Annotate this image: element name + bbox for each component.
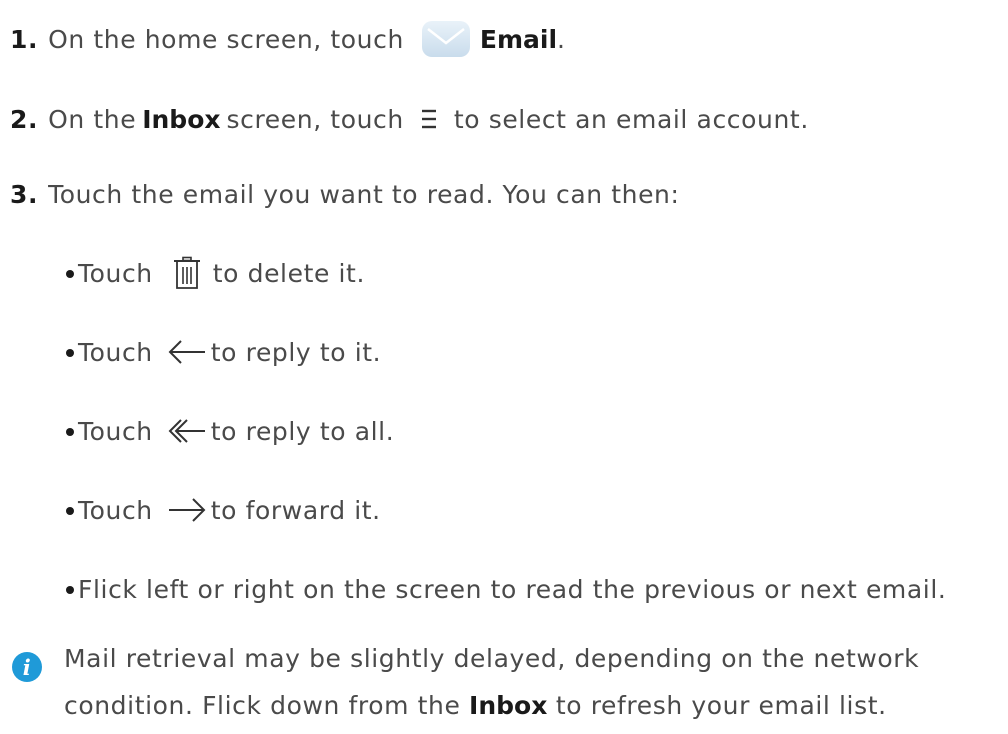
bullet-lead: Touch (78, 416, 153, 446)
step-text: Touch the email you want to read. You ca… (48, 179, 680, 209)
note-text: to refresh your email list. (555, 691, 887, 720)
bullet-lead: Touch (78, 495, 153, 525)
trash-icon (173, 256, 201, 290)
bullet-rest: to forward it. (210, 495, 381, 525)
step-3: 3. Touch the email you want to read. You… (10, 174, 680, 214)
bullet-dot (66, 270, 74, 278)
bullet-reply: Touch to reply to it. (66, 332, 381, 372)
step-number: 2. (10, 104, 39, 134)
bullet-flick: Flick left or right on the screen to rea… (66, 569, 946, 609)
step-text-end: . (557, 24, 566, 54)
reply-arrow-icon (167, 339, 207, 365)
bullet-rest: to delete it. (212, 258, 366, 288)
reply-all-arrow-icon (167, 418, 207, 444)
bullet-lead: Touch (78, 258, 153, 288)
email-app-icon (420, 19, 472, 59)
bullet-delete: Touch to delete it. (66, 253, 365, 293)
inbox-label: Inbox (469, 691, 548, 720)
bullet-dot (66, 586, 74, 594)
bullet-dot (66, 507, 74, 515)
step-text: On the (48, 104, 137, 134)
step-number: 3. (10, 179, 39, 209)
bullet-reply-all: Touch to reply to all. (66, 411, 394, 451)
step-text-end: to select an email account. (453, 104, 809, 134)
email-app-label: Email (479, 24, 558, 54)
forward-arrow-icon (167, 497, 207, 523)
step-number: 1. (10, 24, 39, 54)
bullet-rest: to reply to all. (210, 416, 395, 446)
step-1: 1. On the home screen, touch Email . (10, 19, 566, 59)
bullet-rest: to reply to it. (210, 337, 382, 367)
info-icon: i (12, 652, 42, 682)
inbox-label: Inbox (142, 104, 221, 134)
bullet-dot (66, 428, 74, 436)
bullet-dot (66, 349, 74, 357)
note-line-2: condition. Flick down from the Inbox to … (64, 678, 887, 734)
note-text: condition. Flick down from the (64, 691, 461, 720)
step-2: 2. On the Inbox screen, touch to select … (10, 99, 809, 139)
note-text: Mail retrieval may be slightly delayed, … (64, 644, 920, 673)
menu-icon (420, 108, 438, 130)
bullet-forward: Touch to forward it. (66, 490, 381, 530)
info-note: i (12, 652, 42, 682)
step-text-middle: screen, touch (226, 104, 404, 134)
bullet-lead: Touch (78, 337, 153, 367)
step-text: On the home screen, touch (48, 24, 404, 54)
bullet-text: Flick left or right on the screen to rea… (78, 574, 947, 604)
